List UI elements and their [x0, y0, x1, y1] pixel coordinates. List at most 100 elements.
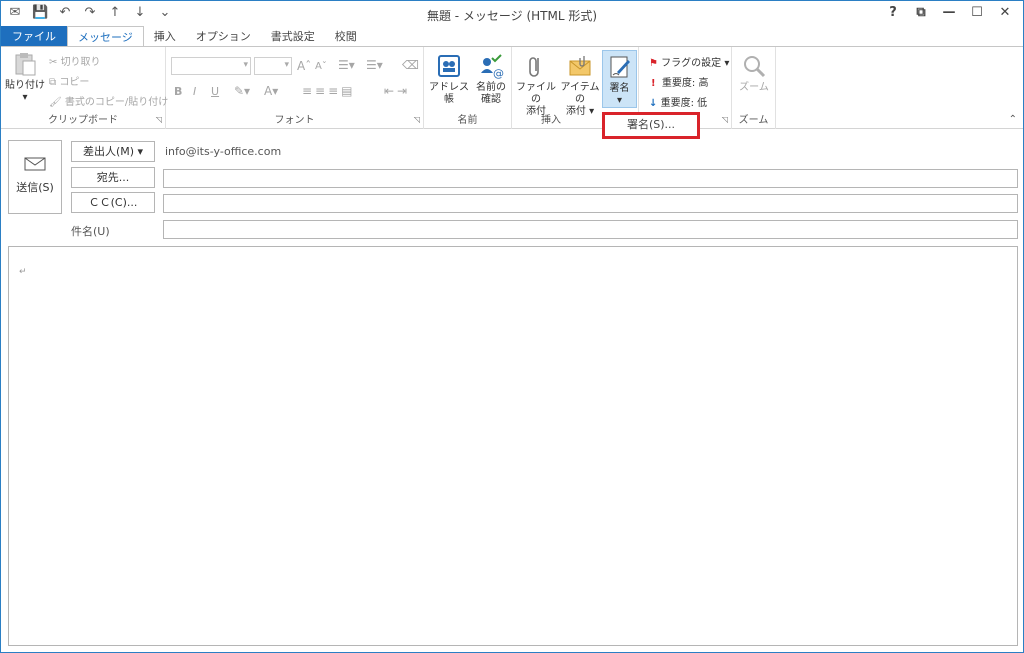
shrink-font-button[interactable]: Aˇ: [315, 61, 327, 72]
font-color-icon: A: [264, 84, 273, 98]
low-importance-label: 重要度: 低: [660, 98, 708, 109]
svg-text:@: @: [493, 67, 504, 79]
signature-icon: [610, 56, 630, 78]
attach-item-icon: [569, 56, 591, 76]
tab-insert[interactable]: 挿入: [144, 26, 186, 47]
check-names-label-2: 確認: [481, 94, 501, 105]
attach-file-button[interactable]: ファイルの 添付: [514, 53, 558, 118]
cut-label: 切り取り: [60, 57, 101, 68]
indent-buttons[interactable]: ⇤⇥: [384, 84, 410, 98]
low-importance-icon: ↓: [649, 98, 658, 109]
font-name-combo[interactable]: [171, 57, 251, 75]
address-book-button[interactable]: アドレス帳: [428, 53, 470, 106]
message-body-editor[interactable]: ↵: [8, 246, 1018, 646]
close-icon[interactable]: ✕: [993, 4, 1017, 22]
numbering-icon: ☰▾: [366, 58, 383, 72]
window-controls: ? ⧉ — ☐ ✕: [881, 4, 1017, 22]
paragraph-mark: ↵: [19, 267, 27, 277]
cc-button[interactable]: ＣＣ(C)...: [71, 192, 155, 213]
check-names-button[interactable]: @ 名前の 確認: [472, 53, 510, 106]
low-importance-button[interactable]: ↓ 重要度: 低: [649, 94, 707, 109]
tab-file[interactable]: ファイル: [1, 26, 67, 47]
alignment-buttons[interactable]: ≡≡≡▤: [302, 84, 356, 98]
copy-icon: ⧉: [49, 77, 60, 88]
follow-up-label: フラグの設定 ▾: [661, 58, 730, 69]
cut-button[interactable]: ✂ 切り取り: [49, 53, 101, 68]
bullets-button[interactable]: ☰▾: [338, 58, 355, 72]
highlight-icon: ✎▾: [234, 84, 251, 98]
underline-button[interactable]: U: [211, 85, 219, 98]
collapse-ribbon-icon[interactable]: ⌃: [1009, 114, 1017, 125]
bullets-icon: ☰▾: [338, 58, 355, 72]
from-address: info@its-y-office.com: [165, 145, 282, 158]
help-icon[interactable]: ?: [881, 4, 905, 22]
zoom-button-label: ズーム: [739, 82, 769, 93]
tab-message[interactable]: メッセージ: [67, 26, 144, 47]
tab-review[interactable]: 校閲: [325, 26, 367, 47]
clear-formatting-button[interactable]: ⌫: [402, 58, 419, 72]
format-painter-button[interactable]: 🖌 書式のコピー/貼り付け: [49, 93, 168, 108]
high-importance-label: 重要度: 高: [661, 78, 709, 89]
indent-icons: ⇤⇥: [384, 84, 411, 98]
insert-group-label: 挿入: [541, 115, 561, 126]
names-group-label: 名前: [457, 115, 478, 126]
grow-font-button[interactable]: Aˆ: [297, 59, 311, 73]
subject-field[interactable]: [163, 220, 1018, 239]
copy-button[interactable]: ⧉ コピー: [49, 73, 89, 88]
ribbon: 貼り付け ▾ ✂ 切り取り ⧉ コピー 🖌 書式のコピー/貼り付け クリップボー…: [1, 46, 1023, 129]
outlook-message-window: ✉ 💾 ↶ ↷ ↑ ↓ ⌄ 無題 - メッセージ (HTML 形式) ? ⧉ —…: [0, 0, 1024, 653]
attach-item-label-1: アイテムの: [560, 82, 600, 105]
names-group: アドレス帳 @ 名前の 確認 名前: [424, 47, 512, 129]
highlight-button[interactable]: ✎▾: [234, 84, 250, 98]
ribbon-tabs: ファイル メッセージ 挿入 オプション 書式設定 校閲: [1, 26, 1023, 47]
font-size-combo[interactable]: [254, 57, 292, 75]
signature-menu-item[interactable]: 署名(S)...: [602, 112, 700, 139]
paste-button[interactable]: 貼り付け ▾: [5, 51, 45, 104]
to-button[interactable]: 宛先...: [71, 167, 155, 188]
check-names-label-1: 名前の: [476, 82, 506, 93]
send-envelope-icon: [24, 157, 46, 171]
address-book-icon: [438, 55, 460, 77]
clipboard-group: 貼り付け ▾ ✂ 切り取り ⧉ コピー 🖌 書式のコピー/貼り付け クリップボー…: [1, 47, 168, 129]
zoom-button[interactable]: ズーム: [734, 53, 774, 94]
copy-label: コピー: [59, 77, 90, 88]
signature-button[interactable]: 署名 ▾: [602, 50, 637, 108]
magnifier-icon: [744, 56, 766, 78]
tags-launcher-icon[interactable]: ◹: [722, 115, 728, 124]
send-button[interactable]: 送信(S): [8, 140, 62, 214]
address-book-label: アドレス帳: [429, 82, 469, 105]
minimize-icon[interactable]: —: [937, 4, 961, 22]
high-importance-button[interactable]: ! 重要度: 高: [651, 74, 708, 89]
cc-field[interactable]: [163, 194, 1018, 213]
paste-icon: [15, 53, 36, 76]
zoom-group-label: ズーム: [738, 115, 769, 126]
from-button[interactable]: 差出人(M) ▾: [71, 141, 155, 162]
window-title: 無題 - メッセージ (HTML 形式): [426, 9, 598, 23]
send-label: 送信(S): [16, 181, 54, 194]
paperclip-icon: [529, 57, 539, 77]
paste-dropdown-icon[interactable]: ▾: [22, 92, 27, 103]
bold-button[interactable]: B: [174, 85, 182, 98]
font-color-button[interactable]: A▾: [264, 84, 278, 98]
maximize-icon[interactable]: ☐: [965, 4, 989, 22]
font-group: Aˆ Aˇ ☰▾ ☰▾ ⌫ B I U ✎▾ A▾ ≡≡≡▤ ⇤⇥ フォント ◹: [166, 47, 424, 129]
grow-font-icon: A: [297, 59, 306, 73]
zoom-group: ズーム ズーム: [732, 47, 776, 129]
signature-label: 署名: [609, 83, 630, 94]
tab-options[interactable]: オプション: [186, 26, 261, 47]
follow-up-button[interactable]: ⚑ フラグの設定 ▾: [649, 54, 729, 69]
numbering-button[interactable]: ☰▾: [366, 58, 383, 72]
subject-label: 件名(U): [71, 225, 110, 238]
signature-dropdown-icon: ▾: [616, 95, 623, 106]
font-launcher-icon[interactable]: ◹: [414, 115, 420, 124]
format-painter-icon: 🖌: [49, 97, 65, 108]
attach-item-button[interactable]: アイテムの 添付 ▾: [558, 53, 602, 118]
align-icons: ≡≡≡▤: [302, 84, 356, 98]
to-field[interactable]: [163, 169, 1018, 188]
clipboard-launcher-icon[interactable]: ◹: [156, 115, 162, 124]
tab-format-text[interactable]: 書式設定: [261, 26, 325, 47]
font-group-label: フォント: [274, 115, 315, 126]
ribbon-display-options-icon[interactable]: ⧉: [909, 4, 933, 22]
italic-button[interactable]: I: [193, 85, 196, 98]
shrink-font-icon: A: [315, 61, 322, 72]
